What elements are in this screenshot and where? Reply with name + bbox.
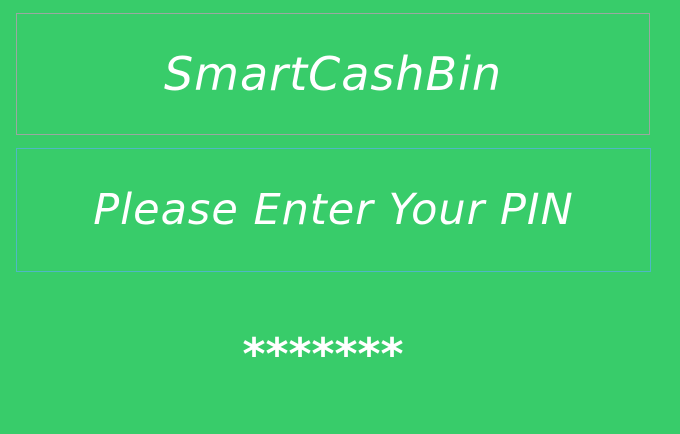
pin-entry-display[interactable]: ******* (0, 328, 646, 382)
pin-prompt-text: Please Enter Your PIN (93, 184, 574, 235)
pin-prompt-panel: Please Enter Your PIN (16, 148, 651, 272)
app-title-panel: SmartCashBin (16, 13, 650, 135)
app-title: SmartCashBin (163, 47, 503, 101)
